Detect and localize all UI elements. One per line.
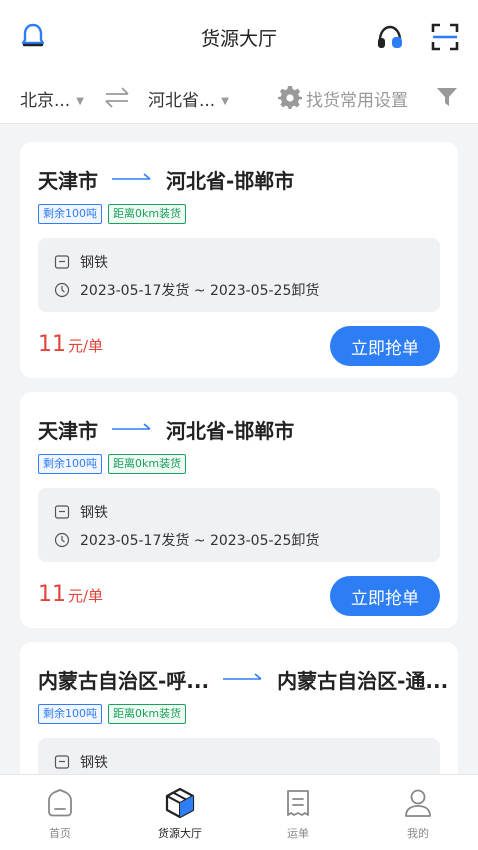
headset-icon[interactable] — [376, 24, 404, 50]
price-value: 11 — [38, 582, 66, 607]
remaining-tag: 剩余100吨 — [38, 704, 102, 724]
package-icon — [54, 255, 70, 269]
cargo-info-box: 钢铁 — [38, 738, 440, 774]
tab-label: 货源大厅 — [158, 827, 202, 840]
tab-waybill[interactable]: 运单 — [258, 787, 338, 841]
top-header: 货源大厅 — [0, 0, 478, 72]
schedule-row: 2023-05-17发货 ~ 2023-05-25卸货 — [54, 280, 319, 300]
dropdown-caret-icon: ▼ — [76, 96, 84, 107]
route-origin: 内蒙古自治区-呼... — [38, 668, 210, 693]
route: 天津市 河北省-邯郸市 — [38, 414, 442, 444]
remaining-tag: 剩余100吨 — [38, 204, 102, 224]
tab-home[interactable]: 首页 — [20, 787, 100, 841]
home-icon — [48, 789, 72, 817]
filter-funnel-icon[interactable] — [436, 86, 458, 108]
schedule-text: 2023-05-17发货 ~ 2023-05-25卸货 — [80, 283, 320, 299]
tab-label: 运单 — [287, 827, 309, 840]
cargo-type: 钢铁 — [80, 255, 108, 271]
cargo-type-row: 钢铁 — [54, 752, 108, 772]
destination-selector[interactable]: 河北省... ▼ — [148, 86, 229, 111]
tab-cargo-hall[interactable]: 货源大厅 — [140, 787, 220, 841]
remaining-tag: 剩余100吨 — [38, 454, 102, 474]
price: 11 元/单 — [38, 582, 103, 607]
package-icon — [54, 755, 70, 769]
route-destination: 内蒙古自治区-通... — [277, 668, 449, 693]
route: 天津市 河北省-邯郸市 — [38, 164, 442, 194]
cargo-box-icon — [165, 787, 195, 819]
price: 11 元/单 — [38, 332, 103, 357]
price-unit: 元/单 — [68, 337, 104, 355]
cargo-type: 钢铁 — [80, 755, 108, 771]
tag-group: 剩余100吨 距离0km装货 — [38, 454, 187, 474]
route-arrow-icon — [112, 423, 151, 430]
cargo-type: 钢铁 — [80, 505, 108, 521]
route-origin: 天津市 — [38, 168, 98, 193]
route: 内蒙古自治区-呼... 内蒙古自治区-通... — [38, 664, 448, 694]
dropdown-caret-icon: ▼ — [221, 96, 229, 107]
cargo-card[interactable]: 天津市 河北省-邯郸市 剩余100吨 距离0km装货 钢铁 2023-05-17… — [20, 392, 458, 628]
scan-icon[interactable] — [430, 22, 460, 52]
tag-group: 剩余100吨 距离0km装货 — [38, 704, 187, 724]
profile-icon — [405, 789, 431, 817]
bottom-tab-bar: 首页 货源大厅 运单 我的 — [0, 774, 478, 850]
distance-tag: 距离0km装货 — [108, 204, 187, 224]
clock-icon — [54, 532, 70, 548]
swap-icon[interactable] — [104, 86, 130, 108]
cargo-type-row: 钢铁 — [54, 502, 108, 522]
destination-label: 河北省... — [148, 91, 216, 111]
cargo-list: 天津市 河北省-邯郸市 剩余100吨 距离0km装货 钢铁 2023-05-17… — [0, 124, 478, 774]
schedule-row: 2023-05-17发货 ~ 2023-05-25卸货 — [54, 530, 319, 550]
filter-bar: 北京... ▼ 河北省... ▼ 找货常用设置 — [0, 72, 478, 124]
cargo-type-row: 钢铁 — [54, 252, 108, 272]
waybill-icon — [287, 790, 309, 816]
origin-selector[interactable]: 北京... ▼ — [20, 86, 84, 111]
distance-tag: 距离0km装货 — [108, 704, 187, 724]
route-destination: 河北省-邯郸市 — [166, 418, 295, 443]
tab-label: 我的 — [407, 827, 429, 840]
cargo-card[interactable]: 内蒙古自治区-呼... 内蒙古自治区-通... 剩余100吨 距离0km装货 钢… — [20, 642, 458, 774]
schedule-text: 2023-05-17发货 ~ 2023-05-25卸货 — [80, 533, 320, 549]
route-arrow-icon — [112, 173, 151, 180]
package-icon — [54, 505, 70, 519]
common-settings-link[interactable]: 找货常用设置 — [306, 86, 408, 111]
cargo-info-box: 钢铁 2023-05-17发货 ~ 2023-05-25卸货 — [38, 488, 440, 562]
grab-order-button[interactable]: 立即抢单 — [330, 576, 440, 616]
price-unit: 元/单 — [68, 587, 104, 605]
grab-order-button[interactable]: 立即抢单 — [330, 326, 440, 366]
gear-icon[interactable] — [278, 85, 302, 109]
tab-label: 首页 — [49, 827, 71, 840]
route-arrow-icon — [223, 673, 262, 680]
price-value: 11 — [38, 332, 66, 357]
route-destination: 河北省-邯郸市 — [166, 168, 295, 193]
clock-icon — [54, 282, 70, 298]
route-origin: 天津市 — [38, 418, 98, 443]
tag-group: 剩余100吨 距离0km装货 — [38, 204, 187, 224]
tab-mine[interactable]: 我的 — [378, 787, 458, 841]
cargo-info-box: 钢铁 2023-05-17发货 ~ 2023-05-25卸货 — [38, 238, 440, 312]
distance-tag: 距离0km装货 — [108, 454, 187, 474]
origin-label: 北京... — [20, 91, 71, 111]
cargo-card[interactable]: 天津市 河北省-邯郸市 剩余100吨 距离0km装货 钢铁 2023-05-17… — [20, 142, 458, 378]
page-title: 货源大厅 — [200, 28, 277, 50]
